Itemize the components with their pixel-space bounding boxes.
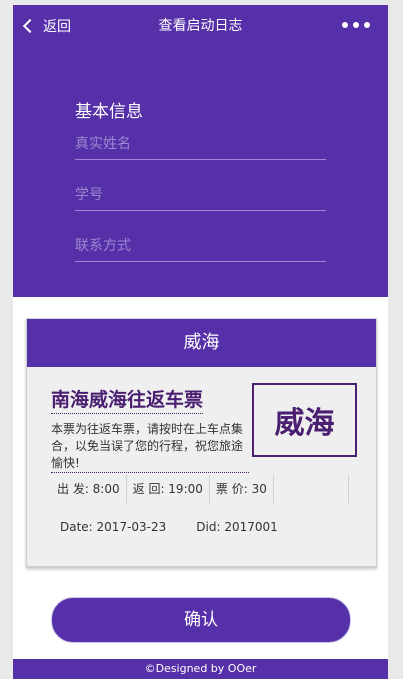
ticket-meta: Date: 2017-03-23 Did: 2017001 bbox=[60, 520, 278, 534]
header-panel: 返回 查看启动日志 基本信息 bbox=[13, 5, 388, 297]
more-dot-icon bbox=[353, 22, 359, 28]
ticket-did: Did: 2017001 bbox=[196, 520, 278, 534]
ticket-price: 票 价: 30 bbox=[210, 475, 274, 503]
ticket-title: 南海威海往返车票 bbox=[51, 385, 204, 414]
footer-credit: ©Designed by OOer bbox=[13, 659, 388, 679]
basic-info-title: 基本信息 bbox=[75, 102, 143, 122]
depart-time: 出 发: 8:00 bbox=[51, 475, 127, 503]
ticket-header: 威海 bbox=[27, 319, 376, 367]
ticket-description: 本票为往返车票，请按时在上车点集合，以免当误了您的行程，祝您旅途愉快! bbox=[51, 421, 249, 473]
more-menu-button[interactable] bbox=[342, 22, 370, 28]
contact-input[interactable] bbox=[75, 231, 326, 262]
student-id-input[interactable] bbox=[75, 180, 326, 211]
ticket-date: Date: 2017-03-23 bbox=[60, 520, 167, 534]
more-dot-icon bbox=[364, 22, 370, 28]
return-time: 返 回: 19:00 bbox=[127, 475, 210, 503]
destination-stamp: 威海 bbox=[252, 383, 357, 457]
empty-cell bbox=[274, 475, 349, 503]
more-dot-icon bbox=[342, 22, 348, 28]
trip-info-row: 出 发: 8:00 返 回: 19:00 票 价: 30 bbox=[51, 475, 351, 503]
page-title: 查看启动日志 bbox=[158, 18, 243, 34]
ticket-card: 威海 南海威海往返车票 本票为往返车票，请按时在上车点集合，以免当误了您的行程，… bbox=[26, 318, 377, 567]
name-input[interactable] bbox=[75, 129, 326, 160]
confirm-button[interactable]: 确认 bbox=[51, 597, 351, 643]
phone-screen: 返回 查看启动日志 基本信息 威海 南海威海往返车票 本票为往返车票，请按时在上… bbox=[13, 5, 388, 679]
